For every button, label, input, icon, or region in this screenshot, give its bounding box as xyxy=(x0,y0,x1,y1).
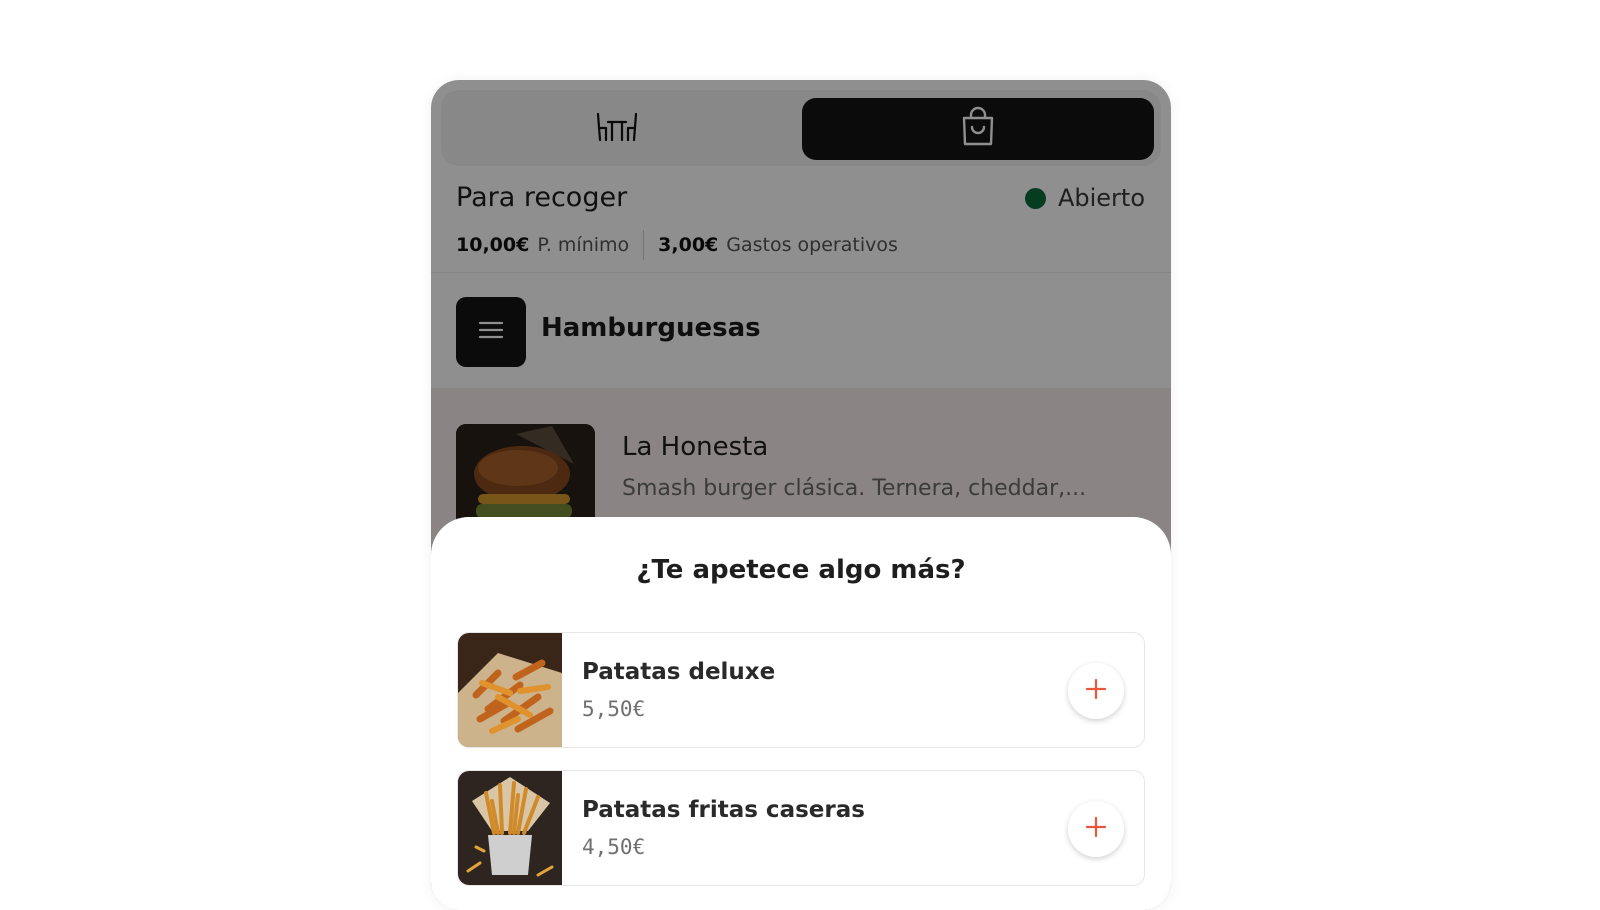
plus-icon xyxy=(1085,678,1107,704)
phone-frame: Para recoger Abierto 10,00€ P. mínimo 3,… xyxy=(431,80,1171,910)
upsell-item[interactable]: Patatas fritas caseras 4,50€ xyxy=(457,770,1145,886)
homemade-fries-photo xyxy=(458,771,562,885)
fries-deluxe-photo xyxy=(458,633,562,747)
add-button[interactable] xyxy=(1068,801,1124,857)
upsell-item[interactable]: Patatas deluxe 5,50€ xyxy=(457,632,1145,748)
upsell-item-price: 5,50€ xyxy=(582,697,646,721)
upsell-title: ¿Te apetece algo más? xyxy=(636,555,966,585)
plus-icon xyxy=(1085,816,1107,842)
upsell-item-price: 4,50€ xyxy=(582,835,646,859)
menu-screen: Para recoger Abierto 10,00€ P. mínimo 3,… xyxy=(431,80,1171,910)
add-button[interactable] xyxy=(1068,663,1124,719)
upsell-item-name: Patatas fritas caseras xyxy=(582,797,865,823)
upsell-bottom-sheet: ¿Te apetece algo más? Patatas deluxe 5,5… xyxy=(431,517,1171,910)
upsell-item-name: Patatas deluxe xyxy=(582,659,776,685)
